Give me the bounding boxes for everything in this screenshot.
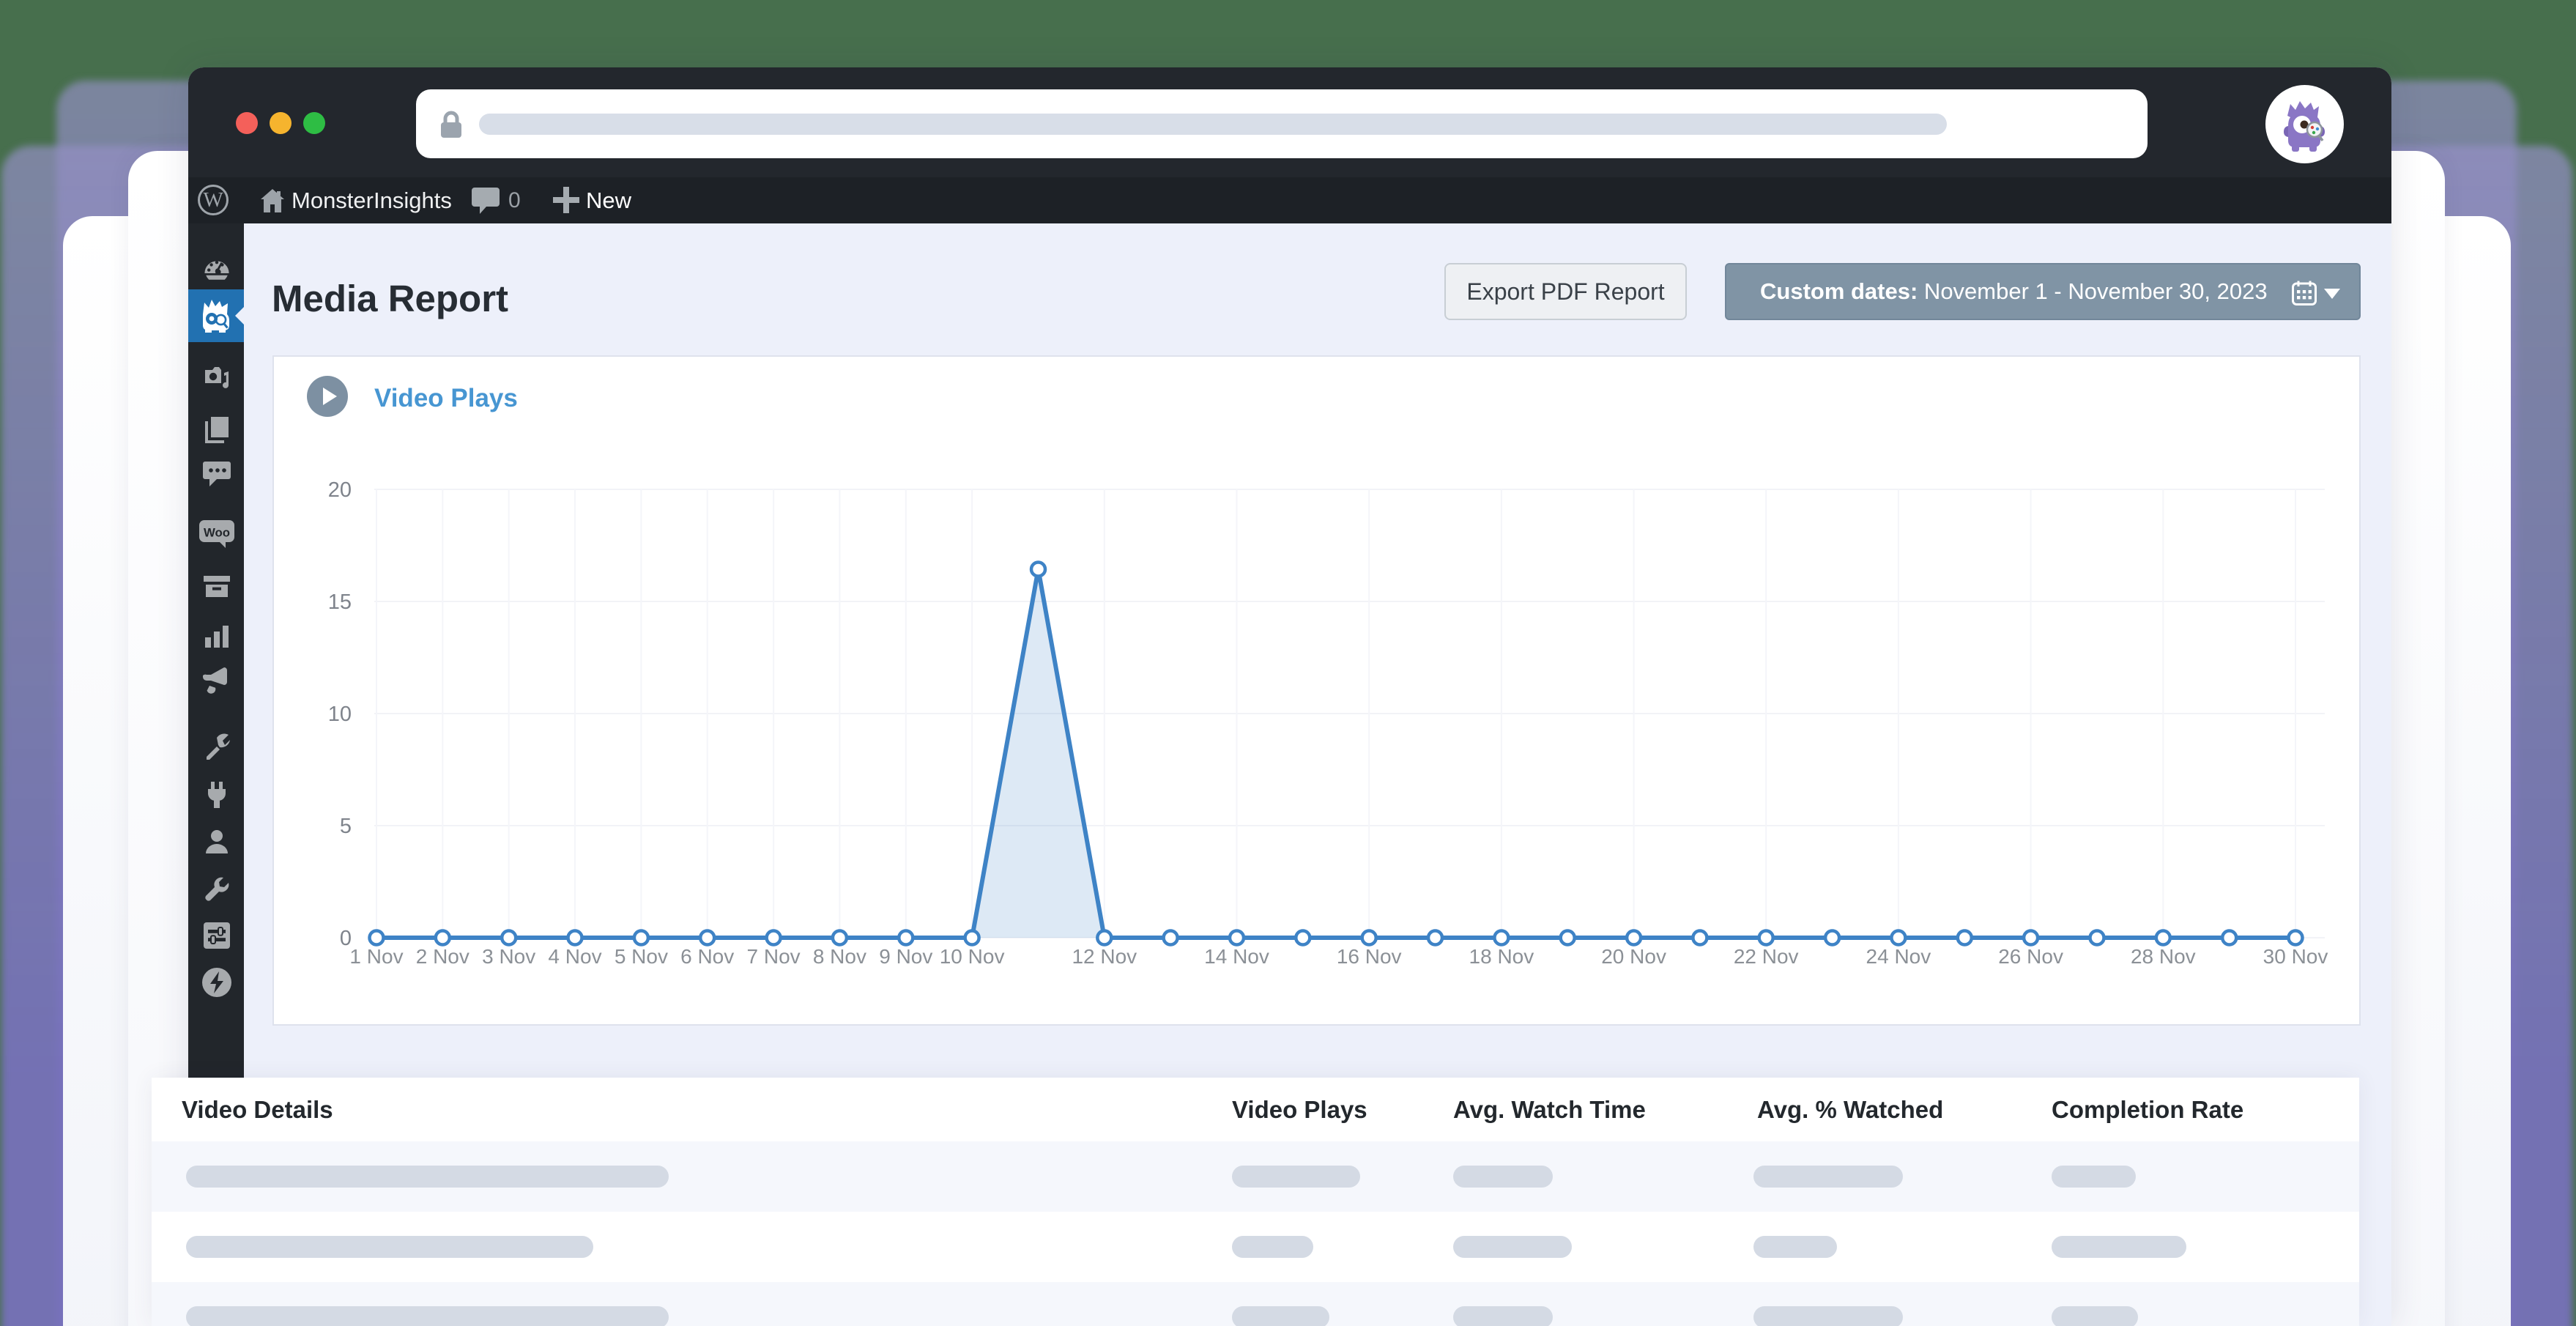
svg-text:18 Nov: 18 Nov	[1469, 945, 1534, 968]
svg-text:28 Nov: 28 Nov	[2131, 945, 2196, 968]
svg-text:20: 20	[328, 478, 352, 502]
svg-text:3 Nov: 3 Nov	[482, 945, 535, 968]
svg-text:12 Nov: 12 Nov	[1072, 945, 1137, 968]
svg-text:15: 15	[328, 590, 352, 614]
svg-text:1 Nov: 1 Nov	[349, 945, 403, 968]
svg-text:Woo: Woo	[204, 525, 230, 539]
svg-text:22 Nov: 22 Nov	[1734, 945, 1799, 968]
svg-text:9 Nov: 9 Nov	[879, 945, 932, 968]
svg-text:4 Nov: 4 Nov	[548, 945, 601, 968]
svg-text:2 Nov: 2 Nov	[416, 945, 469, 968]
svg-text:6 Nov: 6 Nov	[680, 945, 734, 968]
svg-text:30 Nov: 30 Nov	[2263, 945, 2328, 968]
svg-text:10 Nov: 10 Nov	[940, 945, 1005, 968]
svg-text:7 Nov: 7 Nov	[747, 945, 801, 968]
svg-text:10: 10	[328, 703, 352, 726]
svg-text:26 Nov: 26 Nov	[1998, 945, 2063, 968]
svg-text:5 Nov: 5 Nov	[615, 945, 668, 968]
svg-text:20 Nov: 20 Nov	[1601, 945, 1666, 968]
svg-text:14 Nov: 14 Nov	[1204, 945, 1269, 968]
svg-text:5: 5	[340, 815, 352, 838]
svg-text:8 Nov: 8 Nov	[813, 945, 866, 968]
svg-text:24 Nov: 24 Nov	[1866, 945, 1931, 968]
svg-text:16 Nov: 16 Nov	[1337, 945, 1402, 968]
